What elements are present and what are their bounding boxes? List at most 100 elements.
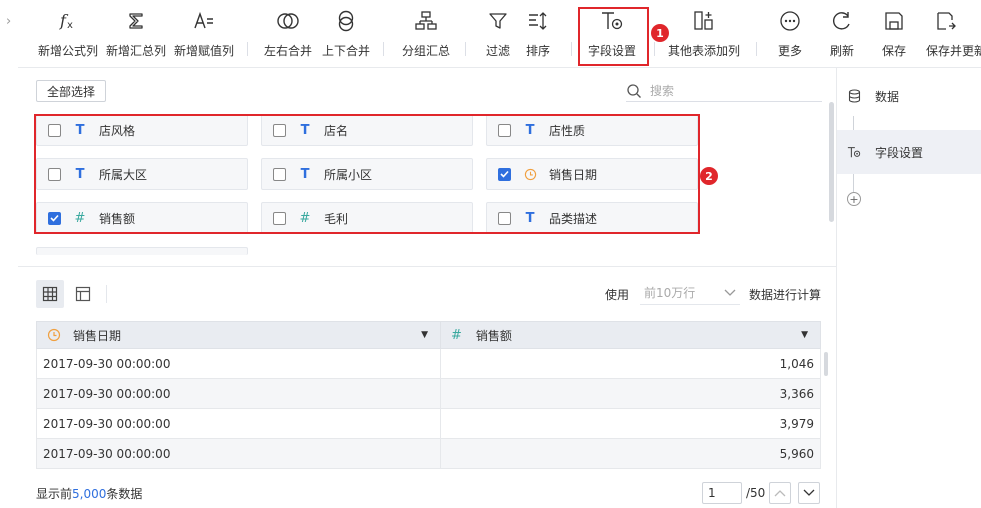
add-summary-column-button[interactable]: 新增汇总列: [104, 8, 168, 62]
filter-icon: [488, 8, 508, 34]
merge-lr-icon: [276, 8, 300, 34]
table-body: 2017-09-30 00:00:00 1,046 2017-09-30 00:00…: [36, 349, 821, 469]
row-count: 5,000: [72, 487, 107, 501]
table-row: 2017-09-30 00:00:00 5,960: [36, 439, 821, 469]
footer-suffix: 条数据: [106, 487, 143, 501]
add-column-from-other-table-button[interactable]: 其他表添加列: [664, 8, 744, 62]
cell-sales: 3,366: [779, 386, 814, 401]
row-count-text: 显示前5,000条数据: [36, 485, 142, 502]
filter-button[interactable]: 过滤: [480, 8, 516, 62]
add-col-icon: [693, 8, 715, 34]
toolbar-label: 左右合并: [263, 44, 312, 58]
field-settings-highlight: [578, 7, 649, 66]
refresh-button[interactable]: 刷新: [820, 8, 864, 62]
merge-top-bottom-button[interactable]: 上下合并: [316, 8, 376, 62]
refresh-icon: [831, 8, 853, 34]
caret-down-icon[interactable]: ▼: [421, 330, 428, 340]
toolbar-label: 上下合并: [321, 44, 370, 58]
toolbar-label: 保存: [881, 44, 906, 58]
table-header: 销售日期 ▼ # 销售额 ▼: [36, 321, 821, 349]
prev-page-button[interactable]: [769, 482, 791, 504]
cell-sale-date: 2017-09-30 00:00:00: [37, 379, 441, 408]
chevron-down-icon: [803, 489, 815, 496]
sort-button[interactable]: 排序: [520, 8, 556, 62]
grid-icon: [42, 286, 58, 302]
toolbar: fx 新增公式列 新增汇总列 新增赋值列 左右合并 上下合并 分组汇总 过滤 排…: [18, 0, 981, 68]
hash-icon: #: [451, 327, 462, 343]
toolbar-separator: [654, 42, 655, 56]
column-header-sale-date[interactable]: 销售日期 ▼: [37, 322, 441, 348]
add-formula-column-button[interactable]: fx 新增公式列: [36, 8, 100, 62]
toolbar-label: 保存并更新: [926, 44, 981, 58]
select-all-button[interactable]: 全部选择: [36, 80, 106, 102]
toolbar-label: 其他表添加列: [667, 44, 740, 58]
add-step-icon[interactable]: +: [847, 192, 861, 206]
toolbar-label: 新增汇总列: [105, 44, 166, 58]
field-list-highlight: [34, 114, 700, 234]
section-divider: [18, 266, 836, 267]
table-scrollbar[interactable]: [824, 352, 828, 376]
search-icon: [627, 83, 641, 98]
toolbar-separator: [756, 42, 757, 56]
step-connector: [853, 174, 854, 192]
assign-icon: [193, 8, 215, 34]
chevron-up-icon: [774, 490, 786, 497]
toolbar-label: 分组汇总: [401, 44, 450, 58]
table-row: 2017-09-30 00:00:00 1,046: [36, 349, 821, 379]
toolbar-separator: [571, 42, 572, 56]
search-placeholder: 搜索: [650, 84, 675, 98]
chevron-down-icon: [724, 289, 736, 296]
toolbar-separator: [247, 42, 248, 56]
page-input[interactable]: 1: [702, 482, 742, 504]
step-connector: [853, 116, 854, 130]
save-icon: [883, 8, 905, 34]
clock-icon: [47, 328, 61, 342]
toolbar-label: 新增公式列: [37, 44, 98, 58]
step-field-settings[interactable]: 字段设置: [837, 130, 981, 174]
save-and-update-button[interactable]: 保存并更新: [926, 8, 981, 62]
cell-sale-date: 2017-09-30 00:00:00: [37, 439, 441, 468]
layout-icon: [75, 286, 91, 302]
calc-label: 数据进行计算: [749, 288, 822, 302]
svg-text:x: x: [67, 20, 73, 31]
more-icon: [779, 8, 801, 34]
save-update-icon: [926, 8, 966, 34]
steps-pane: 数据 字段设置 +: [836, 68, 981, 508]
cell-sale-date: 2017-09-30 00:00:00: [37, 349, 441, 378]
step-label: 字段设置: [875, 145, 924, 160]
sigma-icon: [126, 8, 146, 34]
footer-prefix: 显示前: [36, 487, 73, 501]
step-data[interactable]: 数据: [837, 74, 981, 118]
toolbar-label: 排序: [525, 44, 550, 58]
use-label: 使用: [605, 288, 630, 302]
toolbar-separator: [383, 42, 384, 56]
more-button[interactable]: 更多: [768, 8, 812, 62]
toolbar-label: 新增赋值列: [173, 44, 234, 58]
save-button[interactable]: 保存: [872, 8, 916, 62]
next-page-button[interactable]: [798, 482, 820, 504]
layout-view-button[interactable]: [69, 280, 97, 308]
field-settings-icon: [847, 145, 861, 159]
cell-sale-date: 2017-09-30 00:00:00: [37, 409, 441, 438]
column-header-label: 销售日期: [73, 328, 122, 343]
row-limit-select[interactable]: 前10万行: [640, 281, 740, 305]
sort-icon: [527, 8, 549, 34]
database-icon: [847, 89, 861, 103]
step-badge-1: 1: [651, 24, 669, 42]
toolbar-label: 更多: [777, 44, 802, 58]
table-view-button[interactable]: [36, 280, 64, 308]
toolbar-separator: [465, 42, 466, 56]
collapse-arrow-icon[interactable]: ›: [6, 14, 11, 29]
field-list-scrollbar[interactable]: [829, 102, 834, 222]
caret-down-icon[interactable]: ▼: [801, 330, 808, 340]
toolbar-separator: [106, 285, 107, 303]
app-root: › fx 新增公式列 新增汇总列 新增赋值列 左右合并 上下合并 分组汇总 过滤…: [0, 0, 981, 508]
merge-left-right-button[interactable]: 左右合并: [258, 8, 318, 62]
step-badge-2: 2: [700, 167, 718, 185]
toolbar-label: 刷新: [829, 44, 854, 58]
group-summary-button[interactable]: 分组汇总: [396, 8, 456, 62]
table-row: 2017-09-30 00:00:00 3,366: [36, 379, 821, 409]
column-header-sales[interactable]: # 销售额 ▼: [441, 322, 820, 348]
field-search-input[interactable]: 搜索: [626, 80, 822, 102]
add-assign-column-button[interactable]: 新增赋值列: [172, 8, 236, 62]
